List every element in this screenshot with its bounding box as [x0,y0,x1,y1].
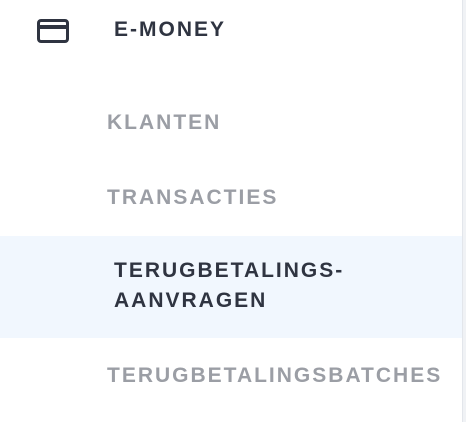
sidebar-item-klanten[interactable]: KLANTEN [0,96,462,150]
sidebar-item-label: KLANTEN [107,111,222,134]
sidebar-item-label: TERUGBETALINGS- AANVRAGEN [114,259,345,312]
section-title: E-MONEY [114,18,227,41]
sidebar-item-transacties[interactable]: TRANSACTIES [0,172,462,226]
section-header-e-money[interactable]: E-MONEY [0,0,462,62]
sidebar-divider [462,0,466,422]
sidebar: E-MONEY KLANTEN TRANSACTIES TERUGBETALIN… [0,0,462,422]
sidebar-item-terugbetalingsaanvragen[interactable]: TERUGBETALINGS- AANVRAGEN [0,236,462,338]
credit-card-icon [37,19,69,43]
sidebar-item-label: TRANSACTIES [107,186,279,209]
sidebar-item-terugbetalingsbatches[interactable]: TERUGBETALINGSBATCHES [0,350,462,404]
sidebar-item-label: TERUGBETALINGSBATCHES [107,364,443,387]
